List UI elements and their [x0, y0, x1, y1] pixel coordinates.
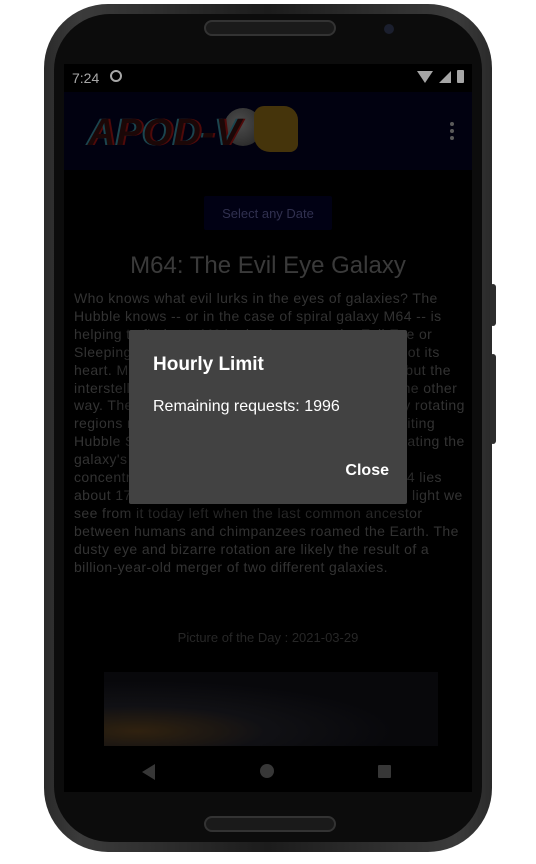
bottom-speaker [204, 816, 336, 832]
top-speaker [204, 20, 336, 36]
dialog-title: Hourly Limit [153, 354, 264, 375]
close-button[interactable]: Close [345, 462, 389, 480]
device-screen: 7:24 APOD-V Select any Date M64: The Evi… [64, 64, 472, 792]
power-button [490, 284, 496, 326]
hourly-limit-dialog: Hourly Limit Remaining requests: 1996 Cl… [129, 330, 407, 504]
dialog-message: Remaining requests: 1996 [153, 398, 340, 415]
front-camera [384, 24, 394, 34]
volume-button [490, 354, 496, 444]
